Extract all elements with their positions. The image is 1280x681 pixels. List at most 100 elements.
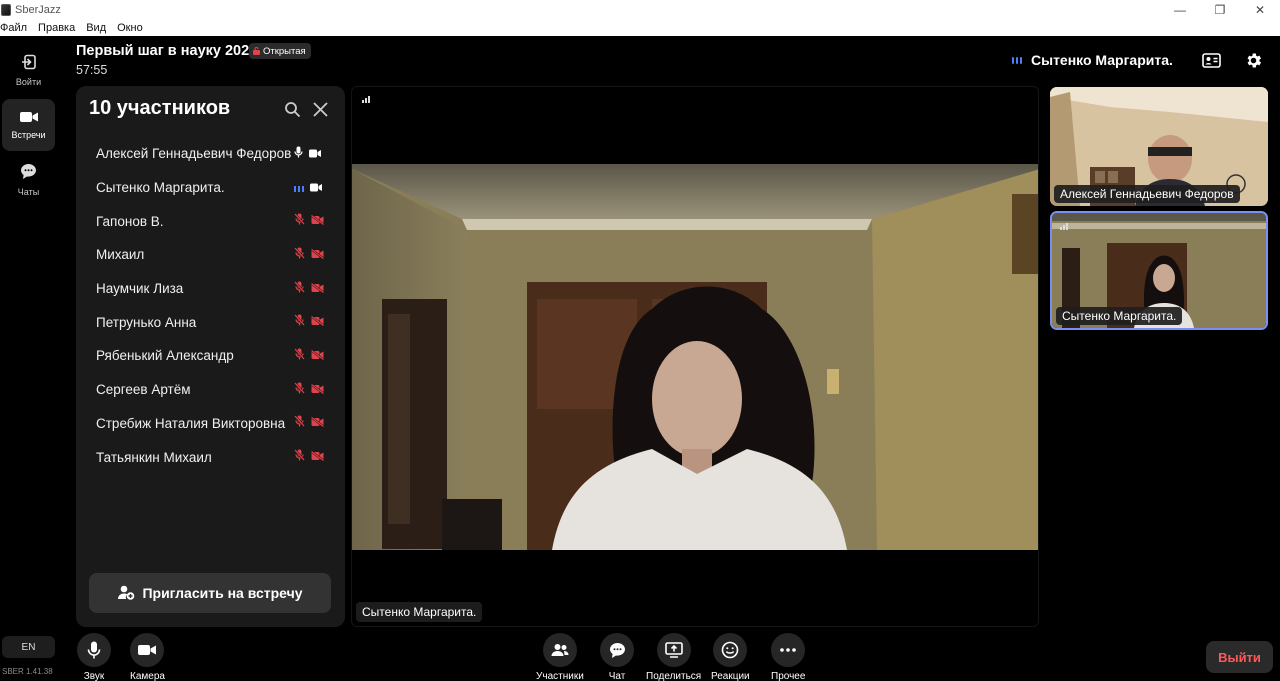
left-rail: Войти Встречи Чаты EN SBER 1.41.38 (0, 36, 56, 681)
menu-bar: Файл Правка Вид Окно (0, 20, 1280, 36)
camera-icon (310, 179, 322, 197)
camera-off-icon (310, 246, 325, 264)
invite-button[interactable]: Пригласить на встречу (89, 573, 331, 613)
camera-off-icon (310, 414, 325, 432)
app-version: SBER 1.41.38 (2, 667, 53, 676)
participant-name: Наумчик Лиза (96, 281, 184, 297)
participant-row[interactable]: Наумчик Лиза (76, 272, 345, 306)
participants-button[interactable]: Участники (536, 633, 584, 681)
toolbar-label: Камера (130, 671, 165, 681)
settings-button[interactable] (1242, 49, 1264, 71)
participant-row[interactable]: Гапонов В. (76, 204, 345, 238)
participant-row[interactable]: Стребиж Наталия Викторовна (76, 407, 345, 441)
close-window-button[interactable]: ✕ (1240, 0, 1280, 20)
video-feed (352, 164, 1038, 550)
speaking-indicator-icon (294, 179, 304, 197)
participant-name: Гапонов В. (96, 213, 164, 229)
toolbar-label: Участники (536, 671, 584, 681)
open-meeting-badge: Открытая (249, 43, 311, 59)
share-screen-button[interactable]: Поделиться (646, 633, 701, 681)
search-icon (285, 102, 301, 118)
camera-icon (309, 145, 321, 163)
camera-off-icon (310, 381, 325, 399)
more-button[interactable]: Прочее (771, 633, 805, 681)
window-titlebar: SberJazz — ❐ ✕ (0, 0, 1280, 20)
microphone-muted-icon (294, 246, 305, 264)
video-camera-icon (19, 111, 38, 125)
participant-row[interactable]: Татьянкин Михаил (76, 440, 345, 474)
toolbar-label: Чат (608, 671, 626, 681)
gear-icon (1247, 53, 1261, 67)
invite-label: Пригласить на встречу (142, 585, 303, 601)
contact-card-icon (1201, 52, 1221, 68)
participant-name: Татьянкин Михаил (96, 449, 212, 465)
leave-meeting-button[interactable]: Выйти (1206, 641, 1273, 673)
participants-panel: 10 участников Алексей Геннадьевич Федоро… (76, 86, 345, 627)
participant-row[interactable]: Рябенький Александр (76, 339, 345, 373)
participant-name: Алексей Геннадьевич Федоров (96, 146, 292, 162)
video-thumbnail[interactable]: Алексей Геннадьевич Федоров (1050, 87, 1268, 206)
participant-name: Сытенко Маргарита. (96, 180, 225, 196)
active-speaker-name: Сытенко Маргарита. (1031, 52, 1173, 68)
connection-signal-icon (362, 96, 370, 103)
maximize-button[interactable]: ❐ (1200, 0, 1240, 20)
rail-item-label: Войти (15, 76, 42, 87)
reactions-button[interactable]: Реакции (711, 633, 750, 681)
toolbar-label: Реакции (711, 671, 750, 681)
window-title: SberJazz (15, 4, 61, 16)
participants-count-title: 10 участников (89, 97, 231, 119)
add-user-icon (117, 584, 135, 603)
menu-file[interactable]: Файл (0, 22, 27, 34)
close-panel-button[interactable] (312, 101, 329, 123)
chat-icon (609, 642, 625, 658)
participant-row[interactable]: Сытенко Маргарита. (76, 171, 345, 205)
video-thumbnail-selected[interactable]: Сытенко Маргарита. (1050, 211, 1268, 330)
close-icon (313, 102, 328, 117)
microphone-muted-icon (294, 347, 305, 365)
more-icon (780, 648, 797, 652)
microphone-icon (294, 145, 303, 163)
microphone-icon (87, 641, 101, 659)
rail-item-meetings[interactable]: Встречи (2, 99, 55, 151)
language-switch[interactable]: EN (2, 636, 55, 658)
app-logo-icon (1, 4, 11, 16)
share-screen-icon (664, 642, 683, 658)
minimize-button[interactable]: — (1160, 0, 1200, 20)
camera-icon (138, 645, 157, 655)
rail-item-label: Чаты (17, 187, 40, 197)
lock-open-icon (253, 47, 260, 55)
menu-view[interactable]: Вид (86, 22, 106, 34)
login-icon (21, 54, 37, 72)
participant-row[interactable]: Петрунько Анна (76, 305, 345, 339)
connection-signal-icon (1060, 223, 1068, 230)
participant-row[interactable]: Сергеев Артём (76, 373, 345, 407)
rail-item-login[interactable]: Войти (2, 44, 55, 96)
camera-off-icon (310, 448, 325, 466)
chat-bubble-icon (20, 163, 37, 182)
main-video-tile[interactable]: Сытенко Маргарита. (351, 86, 1039, 627)
participant-name: Сергеев Артём (96, 382, 191, 398)
microphone-muted-icon (294, 212, 305, 230)
rail-item-chats[interactable]: Чаты (2, 154, 55, 206)
main-video-name-tag: Сытенко Маргарита. (356, 602, 483, 622)
layout-button[interactable] (1200, 49, 1222, 71)
participant-row[interactable]: Михаил (76, 238, 345, 272)
camera-off-icon (310, 347, 325, 365)
microphone-muted-icon (294, 414, 305, 432)
microphone-muted-icon (294, 280, 305, 298)
thumbnail-name-tag: Алексей Геннадьевич Федоров (1054, 185, 1240, 203)
search-button[interactable] (284, 101, 301, 123)
menu-edit[interactable]: Правка (38, 22, 75, 34)
menu-window[interactable]: Окно (117, 22, 143, 34)
participant-row[interactable]: Алексей Геннадьевич Федоров (76, 137, 345, 171)
participants-list: Алексей Геннадьевич Федоров Сытенко Марга… (76, 137, 345, 474)
microphone-muted-icon (294, 448, 305, 466)
toolbar-label: Поделиться (646, 671, 702, 681)
camera-off-icon (310, 212, 325, 230)
sound-button[interactable]: Звук (77, 633, 111, 681)
participant-name: Рябенький Александр (96, 348, 234, 364)
participants-icon (551, 644, 569, 656)
camera-button[interactable]: Камера (130, 633, 165, 681)
chat-button[interactable]: Чат (600, 633, 634, 681)
toolbar-label: Прочее (771, 671, 806, 681)
